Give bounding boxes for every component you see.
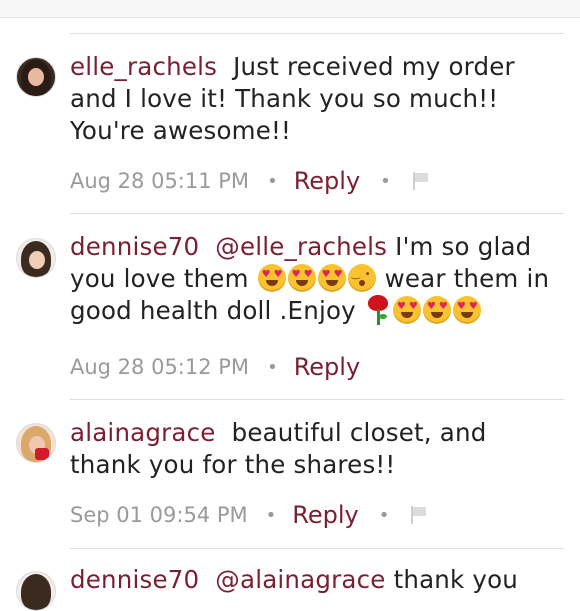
comment-body: alainagrace beautiful closet, and thank … bbox=[70, 417, 560, 481]
kiss-emoji: ‿ • bbox=[347, 264, 376, 292]
comment-username[interactable]: elle_rachels bbox=[70, 52, 217, 81]
comment-meta: Aug 28 05:12 PM • Reply bbox=[70, 352, 360, 382]
comment-timestamp: Aug 28 05:12 PM bbox=[70, 355, 250, 379]
rose-emoji bbox=[367, 295, 389, 325]
separator-dot: • bbox=[267, 356, 278, 378]
separator-dot: • bbox=[380, 170, 391, 192]
comment-body: dennise70 @alainagrace thank you bbox=[70, 564, 560, 596]
comment-timestamp: Aug 28 05:11 PM bbox=[70, 169, 250, 193]
heart-eyes-emoji: ♥ ♥ bbox=[422, 296, 451, 324]
separator-dot: • bbox=[265, 504, 277, 526]
heart-eyes-emoji: ♥ ♥ bbox=[257, 264, 286, 292]
comment-meta: Sep 01 09:54 PM • Reply • bbox=[70, 500, 427, 530]
comment-username[interactable]: dennise70 bbox=[70, 232, 199, 261]
heart-eyes-emoji: ♥ ♥ bbox=[392, 296, 421, 324]
divider bbox=[70, 33, 564, 34]
divider bbox=[70, 399, 564, 400]
flag-icon[interactable] bbox=[409, 506, 427, 524]
avatar[interactable] bbox=[16, 571, 56, 611]
reply-button[interactable]: Reply bbox=[294, 353, 360, 381]
avatar[interactable] bbox=[16, 57, 56, 97]
avatar[interactable] bbox=[16, 423, 56, 463]
heart-eyes-emoji: ♥ ♥ bbox=[317, 264, 346, 292]
reply-button[interactable]: Reply bbox=[294, 167, 360, 195]
avatar[interactable] bbox=[16, 238, 56, 278]
flag-icon[interactable] bbox=[411, 172, 429, 190]
comment-meta: Aug 28 05:11 PM • Reply • bbox=[70, 166, 429, 196]
comment-mention[interactable]: @elle_rachels bbox=[215, 232, 387, 261]
top-bar bbox=[0, 0, 580, 18]
comment-timestamp: Sep 01 09:54 PM bbox=[70, 503, 248, 527]
comment-body: dennise70 @elle_rachels I'm so glad you … bbox=[70, 231, 560, 327]
reply-button[interactable]: Reply bbox=[292, 501, 358, 529]
separator-dot: • bbox=[267, 170, 278, 192]
comment-body: elle_rachels Just received my order and … bbox=[70, 51, 560, 147]
comment-username[interactable]: alainagrace bbox=[70, 418, 216, 447]
heart-eyes-emoji: ♥ ♥ bbox=[287, 264, 316, 292]
separator-dot: • bbox=[378, 504, 390, 526]
heart-eyes-emoji: ♥ ♥ bbox=[452, 296, 481, 324]
divider bbox=[70, 548, 564, 549]
divider bbox=[70, 213, 564, 214]
